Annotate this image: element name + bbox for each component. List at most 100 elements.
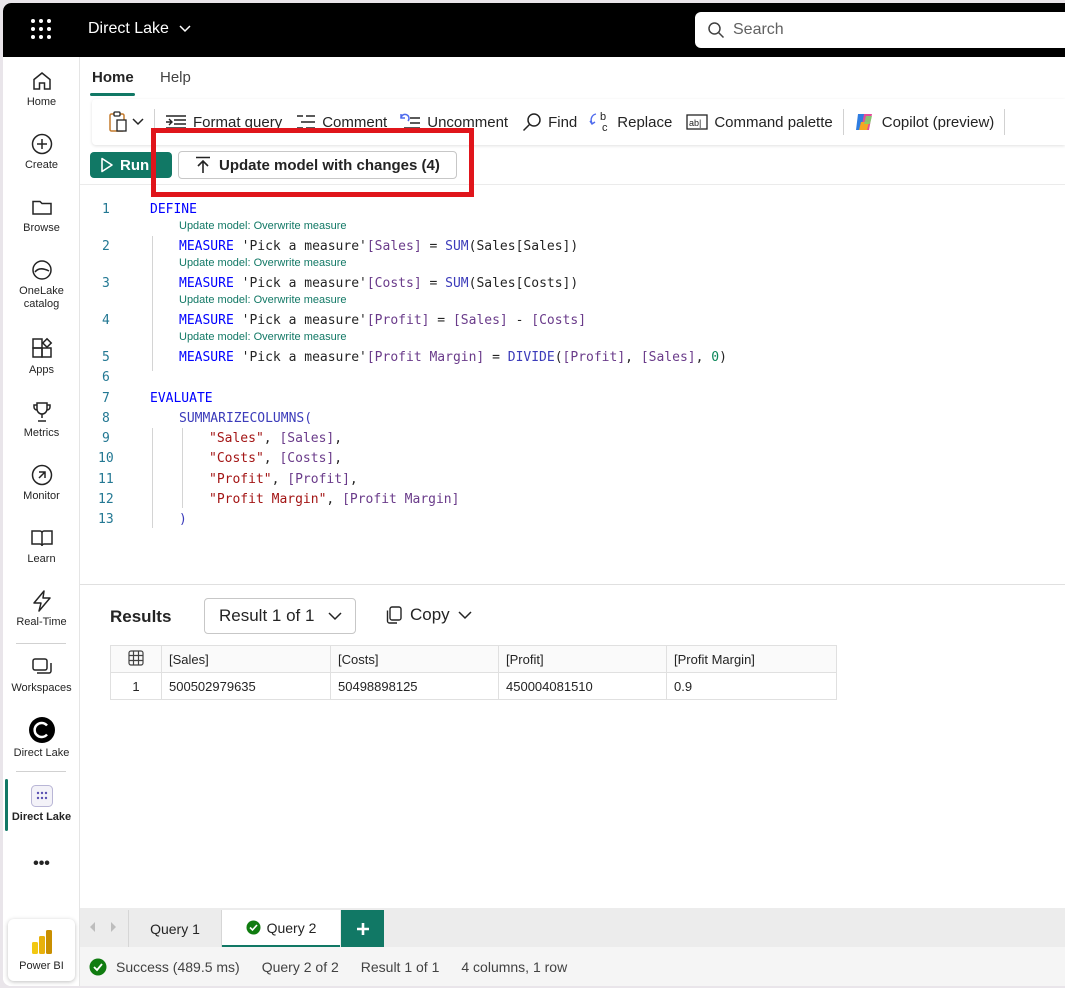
- more-options-icon[interactable]: •••: [3, 856, 80, 872]
- dax-editor[interactable]: 1 2 3 4 5 6 7 8 9 10 11 12 13 DEFINE Upd…: [80, 186, 1065, 584]
- query-tab-label: Query 2: [266, 919, 317, 936]
- code-line: "Profit", [Profit],: [209, 472, 358, 487]
- workspace-switcher[interactable]: Direct Lake: [88, 20, 191, 38]
- top-bar: Direct Lake: [3, 3, 1065, 57]
- query-tab-label: Query 1: [150, 920, 200, 937]
- svg-text:ab|: ab|: [689, 118, 701, 128]
- scroll-left-icon[interactable]: [88, 921, 96, 933]
- rail-item-monitor[interactable]: Monitor: [3, 463, 80, 503]
- code-token: [Profit Margin]: [366, 350, 485, 365]
- column-header[interactable]: [Profit Margin]: [666, 645, 837, 673]
- codelens-update-model[interactable]: Update model: Overwrite measure: [179, 331, 347, 343]
- folder-icon: [31, 200, 52, 215]
- command-palette-button[interactable]: ab| Command palette: [686, 107, 833, 137]
- search-input[interactable]: [733, 21, 1033, 39]
- results-table: [Sales] [Costs] [Profit] [Profit Margin]…: [110, 645, 837, 700]
- status-query: Query 2 of 2: [261, 958, 339, 975]
- code-token: "Sales": [209, 431, 264, 446]
- search-box[interactable]: [695, 12, 1065, 48]
- book-icon: [30, 530, 53, 547]
- indent-guide: [152, 428, 153, 528]
- code-token: [Sales]: [279, 431, 335, 446]
- rail-item-label: Real-Time: [16, 616, 67, 628]
- code-line: "Profit Margin", [Profit Margin]: [209, 492, 459, 507]
- rail-item-label: Metrics: [23, 427, 60, 439]
- code-token: ,: [349, 472, 358, 487]
- code-token: ,: [263, 431, 280, 446]
- clipboard-icon: [109, 111, 127, 132]
- rail-item-workspaces[interactable]: Workspaces: [3, 655, 80, 695]
- code-token: ,: [326, 492, 343, 507]
- code-token: MEASURE: [179, 313, 242, 328]
- rail-item-direct-lake-item[interactable]: Direct Lake: [3, 784, 80, 824]
- copy-button[interactable]: Copy: [386, 605, 472, 625]
- code-token: [Sales]: [452, 313, 508, 328]
- rail-item-browse[interactable]: Browse: [3, 195, 80, 235]
- status-shape: 4 columns, 1 row: [461, 958, 568, 975]
- line-number: 13: [98, 512, 114, 527]
- tab-home[interactable]: Home: [92, 69, 134, 86]
- search-icon: [708, 22, 725, 39]
- editor-results-splitter[interactable]: [80, 584, 1065, 585]
- paste-button[interactable]: [108, 107, 144, 137]
- column-header[interactable]: [Profit]: [498, 645, 667, 673]
- column-header[interactable]: [Costs]: [330, 645, 499, 673]
- select-all-cell[interactable]: [110, 645, 162, 673]
- results-title: Results: [110, 607, 172, 626]
- rail-item-metrics[interactable]: Metrics: [3, 400, 80, 440]
- rail-item-learn[interactable]: Learn: [3, 526, 80, 566]
- copilot-button[interactable]: Copilot (preview): [854, 107, 994, 137]
- rail-item-real-time[interactable]: Real-Time: [3, 589, 80, 629]
- scroll-right-icon[interactable]: [110, 921, 118, 933]
- code-token: MEASURE: [179, 239, 242, 254]
- table-cell[interactable]: 50498898125: [330, 672, 499, 700]
- replace-button[interactable]: bc Replace: [589, 107, 672, 137]
- rail-item-apps[interactable]: Apps: [3, 337, 80, 377]
- direct-lake-workspace-icon: [28, 717, 55, 743]
- code-token: [Profit]: [562, 350, 626, 365]
- code-line: EVALUATE: [150, 391, 213, 406]
- tab-query-1[interactable]: Query 1: [128, 910, 222, 947]
- left-nav-rail: Home Create Browse OneLake catalog Apps …: [3, 57, 80, 986]
- query-item-icon: [30, 785, 53, 807]
- onelake-icon: [31, 260, 52, 280]
- app-launcher-icon[interactable]: [31, 19, 51, 39]
- code-token: ,: [625, 350, 641, 365]
- codelens-update-model[interactable]: Update model: Overwrite measure: [179, 294, 347, 306]
- table-cell[interactable]: 500502979635: [161, 672, 331, 700]
- power-bi-switcher[interactable]: Power BI: [8, 919, 75, 981]
- lightning-icon: [32, 590, 51, 612]
- table-cell[interactable]: 450004081510: [498, 672, 667, 700]
- column-header[interactable]: [Sales]: [161, 645, 331, 673]
- rail-item-direct-lake-workspace[interactable]: Direct Lake: [3, 716, 80, 760]
- rail-item-onelake-catalog[interactable]: OneLake catalog: [3, 258, 80, 311]
- code-token: [Costs]: [366, 276, 422, 291]
- code-token: ,: [334, 431, 343, 446]
- codelens-update-model[interactable]: Update model: Overwrite measure: [179, 257, 347, 269]
- rail-item-label: Direct Lake: [11, 811, 72, 823]
- rail-divider: [16, 771, 66, 772]
- tab-query-2[interactable]: Query 2: [222, 910, 340, 947]
- code-token: DIVIDE: [507, 350, 555, 365]
- find-label: Find: [548, 113, 578, 131]
- command-palette-icon: ab|: [686, 114, 708, 130]
- power-bi-label: Power BI: [19, 960, 64, 972]
- apps-icon: [31, 337, 52, 358]
- result-selector-dropdown[interactable]: Result 1 of 1: [204, 598, 356, 634]
- success-check-icon: [246, 920, 261, 935]
- query-tabs-bar: Query 1 Query 2: [80, 908, 1065, 947]
- rail-item-create[interactable]: Create: [3, 132, 80, 172]
- table-cell[interactable]: 0.9: [666, 672, 837, 700]
- rail-item-label: Direct Lake: [13, 747, 70, 759]
- rail-item-home[interactable]: Home: [3, 69, 80, 109]
- copilot-icon: [855, 114, 872, 130]
- code-token: 'Pick a measure': [241, 276, 367, 291]
- tab-help[interactable]: Help: [160, 69, 191, 86]
- code-token: [Sales]: [515, 239, 571, 254]
- command-palette-label: Command palette: [714, 113, 833, 131]
- code-token: ): [179, 512, 187, 527]
- codelens-update-model[interactable]: Update model: Overwrite measure: [179, 220, 347, 232]
- chevron-down-icon: [328, 611, 342, 620]
- find-button[interactable]: Find: [522, 107, 577, 137]
- add-query-button[interactable]: [341, 910, 384, 947]
